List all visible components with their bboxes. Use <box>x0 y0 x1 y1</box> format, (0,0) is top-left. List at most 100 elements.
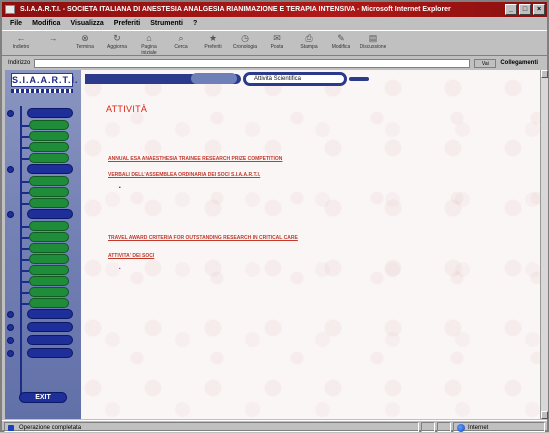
section-heading-verbali[interactable]: VERBALI DELL'ASSEMBLEA ORDINARIA DEI SOC… <box>108 172 260 178</box>
section-heading-attivita-soci[interactable]: ATTIVITA' DEI SOCI <box>108 253 154 259</box>
title-bar: S.I.A.A.R.T.I. - SOCIETA ITALIANA DI ANE… <box>2 2 547 17</box>
nav-connector <box>21 125 29 127</box>
address-bar: Indirizzo Vai Collegamenti <box>2 57 547 69</box>
favorites-icon: ★ <box>208 33 218 43</box>
window-controls: _ □ × <box>505 4 545 15</box>
search-button[interactable]: ⌕ Cerca <box>168 31 194 56</box>
nav-item-14[interactable] <box>29 254 69 264</box>
nav-connector <box>21 158 29 160</box>
back-button[interactable]: ← Indietro <box>8 31 34 56</box>
status-message: Operazione completata <box>19 424 82 431</box>
home-button[interactable]: ⌂ Pagina iniziale <box>136 31 162 56</box>
mail-button[interactable]: ✉ Posta <box>264 31 290 56</box>
site-logo[interactable]: S.I.A.A.R.T.I. <box>11 73 78 87</box>
section-pill: Attività Scientifica <box>243 72 347 86</box>
nav-item-9[interactable] <box>29 198 69 208</box>
menu-help[interactable]: ? <box>193 20 197 27</box>
ie-logo-icon <box>5 5 15 14</box>
nav-item-8[interactable] <box>29 187 69 197</box>
stop-icon: ⊗ <box>81 33 89 43</box>
print-button[interactable]: ⎙ Stampa <box>296 31 322 56</box>
breadcrumb-tab[interactable] <box>191 73 237 84</box>
mail-label: Posta <box>270 44 284 50</box>
nav-item-12[interactable] <box>29 232 69 242</box>
edit-label: Modifica <box>331 44 351 50</box>
nav-item-11[interactable] <box>29 221 69 231</box>
nav-bullet-icon <box>7 211 14 218</box>
section-pill-decoration <box>349 77 369 81</box>
close-icon[interactable]: × <box>533 4 545 15</box>
left-navigation: S.I.A.A.R.T.I. EXIT <box>5 70 81 419</box>
scroll-down-icon[interactable] <box>541 411 548 419</box>
print-icon: ⎙ <box>305 33 313 43</box>
menu-bar: File Modifica Visualizza Preferiti Strum… <box>2 17 547 30</box>
nav-item-10[interactable] <box>27 209 73 219</box>
scroll-up-icon[interactable] <box>541 70 548 78</box>
nav-item-7[interactable] <box>29 176 69 186</box>
section-heading-travel-award[interactable]: TRAVEL AWARD CRITERIA FOR OUTSTANDING RE… <box>108 235 298 241</box>
status-text: Operazione completata <box>4 421 419 432</box>
menu-strumenti[interactable]: Strumenti <box>150 20 183 27</box>
menu-file[interactable]: File <box>10 20 22 27</box>
refresh-icon: ↻ <box>113 33 121 43</box>
stop-button[interactable]: ⊗ Termina <box>72 31 98 56</box>
status-zone-lock <box>437 421 451 432</box>
nav-item-19[interactable] <box>27 309 73 319</box>
home-label: Pagina iniziale <box>141 44 157 56</box>
nav-bullet-icon <box>7 110 14 117</box>
nav-item-3[interactable] <box>29 131 69 141</box>
nav-item-17[interactable] <box>29 287 69 297</box>
nav-item-13[interactable] <box>29 243 69 253</box>
nav-item-15[interactable] <box>29 265 69 275</box>
exit-button[interactable]: EXIT <box>19 392 67 403</box>
nav-item-20[interactable] <box>27 322 73 332</box>
nav-item-5[interactable] <box>29 153 69 163</box>
nav-item-4[interactable] <box>29 142 69 152</box>
links-label[interactable]: Collegamenti <box>500 60 538 66</box>
address-input[interactable] <box>34 58 471 68</box>
section-heading-esa-prize[interactable]: ANNUAL ESA ANAESTHESIA TRAINEE RESEARCH … <box>108 156 282 162</box>
go-button[interactable]: Vai <box>474 58 497 68</box>
nav-item-6[interactable] <box>27 164 73 174</box>
mail-icon: ✉ <box>273 33 281 43</box>
favorites-button[interactable]: ★ Preferiti <box>200 31 226 56</box>
nav-connector <box>21 192 29 194</box>
nav-connector <box>21 303 29 305</box>
nav-bullet-icon <box>7 166 14 173</box>
nav-tree-line <box>20 106 22 396</box>
nav-connector <box>21 237 29 239</box>
toolbar: ← Indietro → ⊗ Termina ↻ Aggiorna ⌂ Pagi… <box>2 30 547 56</box>
nav-connector <box>21 203 29 205</box>
favorites-label: Preferiti <box>204 44 222 50</box>
maximize-icon[interactable]: □ <box>519 4 531 15</box>
refresh-button[interactable]: ↻ Aggiorna <box>104 31 130 56</box>
nav-item-2[interactable] <box>29 120 69 130</box>
menu-preferiti[interactable]: Preferiti <box>114 20 140 27</box>
forward-button[interactable]: → <box>40 31 66 56</box>
nav-connector <box>21 270 29 272</box>
vertical-scrollbar[interactable] <box>540 70 548 419</box>
nav-item-1[interactable] <box>27 108 73 118</box>
page-viewport: S.I.A.A.R.T.I. EXIT Attività Scientifica… <box>5 70 540 419</box>
history-button[interactable]: ◷ Cronologia <box>232 31 258 56</box>
nav-item-21[interactable] <box>27 335 73 345</box>
nav-item-22[interactable] <box>27 348 73 358</box>
nav-bullet-icon <box>7 350 14 357</box>
menu-visualizza[interactable]: Visualizza <box>70 20 103 27</box>
edit-icon: ✎ <box>337 33 345 43</box>
discuss-button[interactable]: ▤ Discussione <box>359 31 387 56</box>
page-title: ATTIVITÀ <box>106 104 148 114</box>
logo-decoration <box>11 89 73 93</box>
history-label: Cronologia <box>232 44 258 50</box>
edit-button[interactable]: ✎ Modifica <box>328 31 354 56</box>
nav-item-18[interactable] <box>29 298 69 308</box>
discuss-label: Discussione <box>359 44 387 50</box>
internet-globe-icon <box>457 423 465 432</box>
search-label: Cerca <box>174 44 188 50</box>
minimize-icon[interactable]: _ <box>505 4 517 15</box>
print-label: Stampa <box>300 44 318 50</box>
security-zone: Internet <box>453 421 545 432</box>
nav-item-16[interactable] <box>29 276 69 286</box>
nav-connector <box>21 181 29 183</box>
menu-modifica[interactable]: Modifica <box>32 20 60 27</box>
